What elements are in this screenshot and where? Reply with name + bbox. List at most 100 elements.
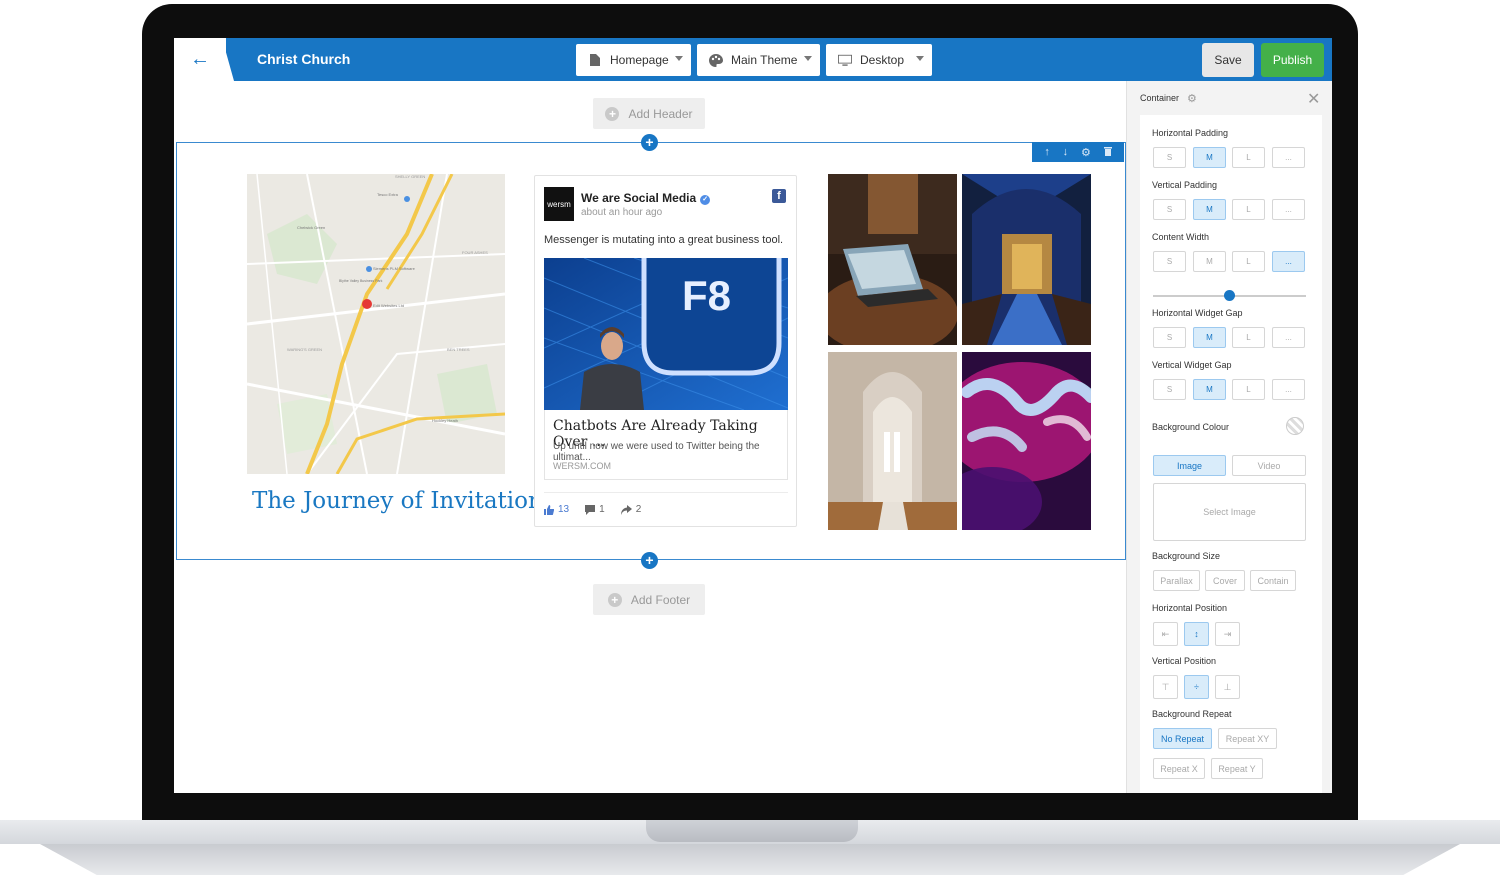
gallery-photo-arches[interactable] [828, 352, 957, 530]
chevron-down-icon [916, 56, 924, 61]
bg-type-video[interactable]: Video [1232, 455, 1306, 476]
facebook-post-widget[interactable]: wersm We are Social Media ✓ about an hour… [534, 175, 797, 527]
gallery-photo-neon[interactable] [962, 352, 1091, 530]
page-select-label: Homepage [610, 53, 669, 67]
v-padding-l[interactable]: L [1232, 199, 1265, 220]
map-label: SHELLY GREEN [395, 174, 425, 179]
align-center-horizontal-icon[interactable]: ↕ [1184, 622, 1209, 646]
h-padding-l[interactable]: L [1232, 147, 1265, 168]
select-image-dropzone[interactable]: Select Image [1153, 483, 1306, 541]
bg-size-contain[interactable]: Contain [1250, 570, 1296, 591]
site-title: Christ Church [257, 51, 351, 67]
add-header-label: Add Header [628, 106, 693, 121]
link-source: WERSM.COM [553, 461, 611, 471]
gear-icon[interactable]: ⚙ [1081, 146, 1091, 159]
content-width-l[interactable]: L [1232, 251, 1265, 272]
gallery-photo-laptop[interactable] [828, 174, 957, 345]
comment-count[interactable]: 1 [585, 504, 605, 515]
align-left-icon[interactable]: ⇤ [1153, 622, 1178, 646]
color-picker-swatch[interactable] [1286, 417, 1304, 435]
content-width-custom[interactable]: ... [1272, 251, 1305, 272]
align-right-icon[interactable]: ⇥ [1215, 622, 1240, 646]
map-label: Hockley Heath [432, 418, 458, 423]
h-gap-l[interactable]: L [1232, 327, 1265, 348]
align-bottom-icon[interactable]: ⊥ [1215, 675, 1240, 699]
h-gap-custom[interactable]: ... [1272, 327, 1305, 348]
v-padding-m[interactable]: M [1193, 199, 1226, 220]
desktop-icon [838, 53, 852, 67]
background-size-label: Background Size [1152, 551, 1221, 561]
slider-handle[interactable] [1224, 290, 1235, 301]
h-padding-m[interactable]: M [1193, 147, 1226, 168]
page-icon [588, 53, 602, 67]
map-label: Blythe Valley Business Park [339, 279, 383, 283]
add-section-above-icon[interactable]: + [641, 134, 658, 151]
map-widget[interactable]: SHELLY GREEN Tesco Extra Chelwick Green … [247, 174, 505, 474]
horizontal-widget-gap-label: Horizontal Widget Gap [1152, 308, 1243, 318]
horizontal-position-label: Horizontal Position [1152, 603, 1228, 613]
post-message: Messenger is mutating into a great busin… [544, 234, 784, 246]
add-footer-button[interactable]: + Add Footer [593, 584, 705, 615]
h-gap-s[interactable]: S [1153, 327, 1186, 348]
gear-icon[interactable]: ⚙ [1187, 92, 1197, 105]
h-padding-custom[interactable]: ... [1272, 147, 1305, 168]
move-up-icon[interactable]: ↑ [1044, 146, 1050, 158]
v-gap-s[interactable]: S [1153, 379, 1186, 400]
like-count[interactable]: 13 [544, 504, 569, 515]
trash-icon[interactable] [1103, 146, 1112, 159]
device-select-label: Desktop [860, 53, 905, 67]
add-footer-label: Add Footer [630, 592, 691, 607]
bg-size-cover[interactable]: Cover [1205, 570, 1245, 591]
map-label: Chelwick Green [297, 225, 325, 230]
h-padding-s[interactable]: S [1153, 147, 1186, 168]
close-icon[interactable]: ✕ [1307, 89, 1320, 109]
share-count[interactable]: 2 [620, 504, 641, 515]
panel-body: Horizontal Padding S M L ... Vertical Pa… [1140, 115, 1322, 793]
v-padding-s[interactable]: S [1153, 199, 1186, 220]
theme-select[interactable]: Main Theme [697, 44, 820, 76]
h-gap-m[interactable]: M [1193, 327, 1226, 348]
journey-title[interactable]: The Journey of Invitation [252, 488, 543, 514]
background-repeat-label: Background Repeat [1152, 709, 1232, 719]
move-down-icon[interactable]: ↓ [1063, 146, 1069, 158]
add-section-below-icon[interactable]: + [641, 552, 658, 569]
add-header-button[interactable]: + Add Header [593, 98, 705, 129]
align-middle-vertical-icon[interactable]: ÷ [1184, 675, 1209, 699]
device-select[interactable]: Desktop [826, 44, 932, 76]
post-author[interactable]: We are Social Media ✓ [581, 191, 711, 205]
bg-repeat-x[interactable]: Repeat X [1153, 758, 1205, 779]
bg-type-image[interactable]: Image [1153, 455, 1226, 476]
content-width-m[interactable]: M [1193, 251, 1226, 272]
page-avatar: wersm [544, 187, 574, 221]
arrow-left-icon: ← [190, 48, 210, 70]
panel-title: Container [1140, 93, 1180, 103]
align-top-icon[interactable]: ⊤ [1153, 675, 1178, 699]
page-select[interactable]: Homepage [576, 44, 691, 76]
v-gap-l[interactable]: L [1232, 379, 1265, 400]
post-image-text: F8 [682, 272, 731, 319]
top-bar: ← Christ Church Homepage Main Theme Desk… [174, 38, 1332, 81]
bg-size-parallax[interactable]: Parallax [1153, 570, 1200, 591]
back-button[interactable]: ← [174, 38, 226, 81]
map-label: Edit Websites Ltd [373, 303, 404, 308]
comment-icon [585, 504, 596, 515]
chevron-down-icon [804, 56, 812, 61]
thumbs-up-icon [544, 504, 554, 515]
share-icon [620, 504, 632, 515]
content-width-s[interactable]: S [1153, 251, 1186, 272]
save-button[interactable]: Save [1202, 43, 1254, 77]
v-gap-m[interactable]: M [1193, 379, 1226, 400]
link-description: Up until now we were used to Twitter bei… [553, 441, 760, 463]
bg-repeat-xy[interactable]: Repeat XY [1218, 728, 1277, 749]
bg-repeat-y[interactable]: Repeat Y [1211, 758, 1263, 779]
v-padding-custom[interactable]: ... [1272, 199, 1305, 220]
post-image[interactable]: F8 [544, 258, 788, 410]
publish-button[interactable]: Publish [1261, 43, 1324, 77]
bg-repeat-none[interactable]: No Repeat [1153, 728, 1212, 749]
vertical-padding-label: Vertical Padding [1152, 180, 1218, 190]
chevron-down-icon [675, 56, 683, 61]
v-gap-custom[interactable]: ... [1272, 379, 1305, 400]
horizontal-padding-label: Horizontal Padding [1152, 128, 1229, 138]
plus-circle-icon: + [607, 592, 622, 607]
gallery-photo-church-interior[interactable] [962, 174, 1091, 345]
